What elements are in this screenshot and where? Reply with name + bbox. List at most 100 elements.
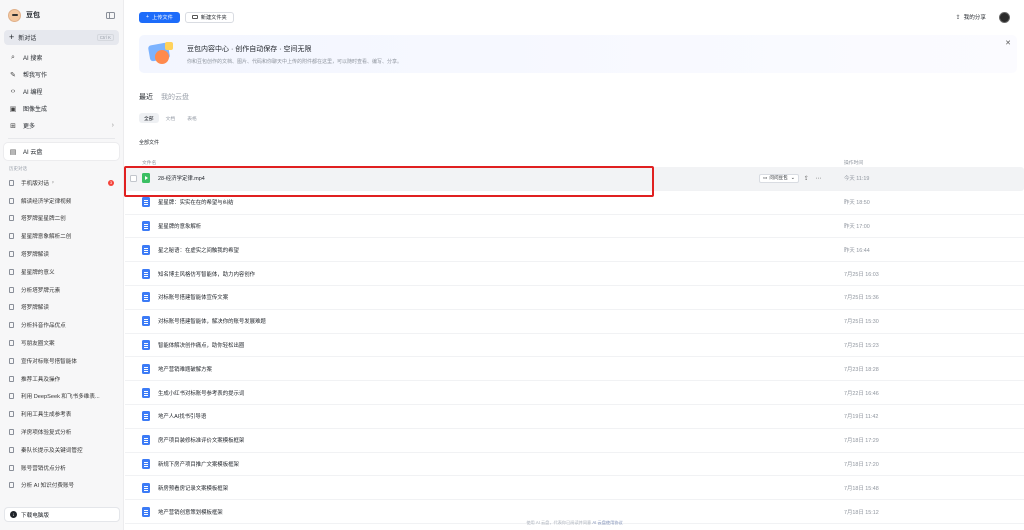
row-actions: ▭ 问问豆包 ⌄ ⇪ ⋯ — [759, 173, 823, 183]
history-item[interactable]: 分析抖音作品优点 — [0, 316, 123, 334]
chat-icon — [9, 286, 14, 293]
nav-more[interactable]: ⊞ 更多 › — [0, 117, 123, 134]
file-name: 地产营销创意策划模板框架 — [158, 509, 223, 516]
history-item[interactable]: 星星牌的意义 — [0, 263, 123, 281]
table-row[interactable]: 新规下房产项目推广文案模板框架 7月18日 17:20 — [125, 453, 1024, 477]
info-banner: 豆包内容中心 · 创作自动保存 · 空间无限 你和豆包创作的文档、图片、代码和你… — [139, 35, 1017, 73]
tab-my-cloud[interactable]: 我的云盘 — [161, 92, 189, 102]
chat-bubble-icon: ▭ — [763, 175, 768, 181]
history-item[interactable]: 分析 AI 知识付费账号 — [0, 477, 123, 495]
history-item[interactable]: 塔罗牌星星牌二创 — [0, 210, 123, 228]
history-item[interactable]: 塔罗牌解读 — [0, 245, 123, 263]
chat-icon — [9, 304, 14, 311]
plus-icon: + — [146, 14, 150, 20]
grid-icon: ⊞ — [10, 122, 16, 130]
chat-icon — [9, 429, 14, 436]
history-item-label: 写朋友圈文案 — [21, 341, 55, 348]
file-time: 7月19日 11:42 — [844, 414, 879, 421]
chat-icon — [9, 357, 14, 364]
doc-file-icon — [142, 435, 150, 446]
tab-recent[interactable]: 最近 — [139, 92, 153, 102]
avatar[interactable] — [999, 11, 1010, 23]
nav-writing[interactable]: ✎ 帮我写作 — [0, 66, 123, 83]
history-item[interactable]: 手机版对话 ᵖ 3 — [0, 174, 123, 192]
history-item[interactable]: 塔罗牌解读 — [0, 299, 123, 317]
more-icon[interactable]: ⋯ — [814, 174, 823, 183]
download-desktop-button[interactable]: ↓ 下载电脑版 — [4, 507, 120, 522]
history-item-label: 解读经济学定律视频 — [21, 198, 72, 205]
filter-sheets[interactable]: 表格 — [182, 113, 202, 123]
table-row[interactable]: 知名博主风格仿写智能体，助力内容创作 7月25日 16:03 — [125, 262, 1024, 286]
history-item[interactable]: 利用 DeepSeek 和飞书多维表... — [0, 388, 123, 406]
table-row[interactable]: 生成小红书对标账号参考表的提示词 7月22日 16:46 — [125, 381, 1024, 405]
table-row[interactable]: 智能体解决创作痛点，助你轻松出圈 7月25日 15:23 — [125, 334, 1024, 358]
video-file-icon — [142, 173, 150, 184]
row-checkbox[interactable] — [130, 175, 137, 182]
table-row[interactable]: 地产人AI找书引导语 7月19日 11:42 — [125, 405, 1024, 429]
file-time: 7月22日 16:46 — [844, 390, 879, 397]
chat-icon — [9, 411, 14, 418]
doc-file-icon — [142, 339, 150, 350]
file-name: 对标账号搭建智能体宣传文案 — [158, 295, 229, 302]
table-row[interactable]: 星星牌：实实在在的希望与纠结 昨天 18:50 — [125, 191, 1024, 215]
banner-illustration — [145, 38, 177, 70]
file-time: 昨天 18:50 — [844, 200, 870, 207]
filter-all[interactable]: 全部 — [139, 113, 159, 123]
history-item[interactable]: 解读经济学定律视频 — [0, 192, 123, 210]
table-row[interactable]: 对标账号搭建智能体，解决你的账号发展难题 7月25日 15:30 — [125, 310, 1024, 334]
chat-icon — [9, 464, 14, 471]
footer-text: 使用 AI 云盘，代表你已阅读并同意 — [526, 520, 592, 525]
chevron-down-icon: ⌄ — [790, 175, 795, 182]
pen-icon: ✎ — [10, 71, 16, 79]
close-icon[interactable]: ✕ — [1005, 39, 1011, 47]
table-row[interactable]: 对标账号搭建智能体宣传文案 7月25日 15:36 — [125, 286, 1024, 310]
chat-icon — [9, 446, 14, 453]
share-label: 我的分享 — [963, 15, 986, 21]
history-item[interactable]: 秦队长提示及关键词管控 — [0, 441, 123, 459]
nav-coding[interactable]: ‹› AI 编程 — [0, 83, 123, 100]
history-item[interactable]: 分析塔罗牌元素 — [0, 281, 123, 299]
history-item[interactable]: 利用工具生成参考表 — [0, 405, 123, 423]
history-item[interactable]: 推荐工具及操作 — [0, 370, 123, 388]
doc-file-icon — [142, 458, 150, 469]
file-time: 今天 11:19 — [844, 176, 870, 183]
share-icon[interactable]: ⇪ — [802, 174, 811, 183]
chat-icon — [9, 482, 14, 489]
file-name: 新规下房产项目推广文案模板框架 — [158, 461, 239, 468]
file-time: 7月25日 16:03 — [844, 271, 879, 278]
history-item-label: 塔罗牌解读 — [21, 252, 49, 259]
history-item[interactable]: 洋房项体验复式分析 — [0, 423, 123, 441]
col-header-time: 操作时间 — [844, 160, 864, 166]
image-icon: ▣ — [9, 105, 17, 113]
nav-image-gen[interactable]: ▣ 图像生成 — [0, 100, 123, 117]
table-row[interactable]: 28-经济学定律.mp4 ▭ 问问豆包 ⌄ ⇪ ⋯ 今天 11:19 — [125, 167, 1024, 191]
table-row[interactable]: 地产营销难题破解方案 7月23日 18:28 — [125, 357, 1024, 382]
new-folder-button[interactable]: 新建文件夹 — [184, 11, 234, 23]
chat-icon — [9, 251, 14, 258]
nav-ai-cloud[interactable]: ▤ AI 云盘 — [4, 143, 119, 160]
file-time: 7月18日 15:12 — [844, 509, 879, 516]
history-item[interactable]: 宣传对标账号搭智能体 — [0, 352, 123, 370]
chat-icon — [9, 233, 14, 240]
table-row[interactable]: 星之秘语：在虚实之间触我的希望 昨天 16:44 — [125, 238, 1024, 263]
upload-file-button[interactable]: + 上传文件 — [139, 11, 180, 23]
table-row[interactable]: 新房预看房记录文案模板框架 7月18日 15:48 — [125, 476, 1024, 501]
new-chat-button[interactable]: + 新对话 Ctrl K — [4, 30, 119, 45]
table-row[interactable]: 房产项目装修标准评价文案模板框架 7月18日 17:29 — [125, 429, 1024, 453]
history-item[interactable]: 星星牌意象解析二创 — [0, 227, 123, 245]
file-time: 昨天 16:44 — [844, 247, 870, 254]
filter-docs[interactable]: 文档 — [161, 113, 181, 123]
doc-file-icon — [142, 316, 150, 327]
my-share-button[interactable]: ⇪ 我的分享 — [956, 13, 986, 22]
history-list: 手机版对话 ᵖ 3 解读经济学定律视频 塔罗牌星星牌二创 星星牌意象解析二创 塔… — [0, 174, 123, 494]
history-item[interactable]: 写朋友圈文案 — [0, 334, 123, 352]
nav-ai-search[interactable]: ⌕ AI 搜索 — [0, 49, 123, 66]
ask-doubao-button[interactable]: ▭ 问问豆包 ⌄ — [759, 173, 799, 183]
new-folder-label: 新建文件夹 — [200, 14, 227, 21]
collapse-sidebar-icon[interactable] — [106, 11, 115, 19]
history-item[interactable]: 账号营销优点分析 — [0, 459, 123, 477]
col-header-name: 文件名 — [142, 160, 157, 166]
terms-link[interactable]: AI 云盘使用协议 — [592, 520, 622, 525]
table-row[interactable]: 星星牌的意象解析 昨天 17:00 — [125, 215, 1024, 239]
chat-icon — [9, 393, 14, 400]
